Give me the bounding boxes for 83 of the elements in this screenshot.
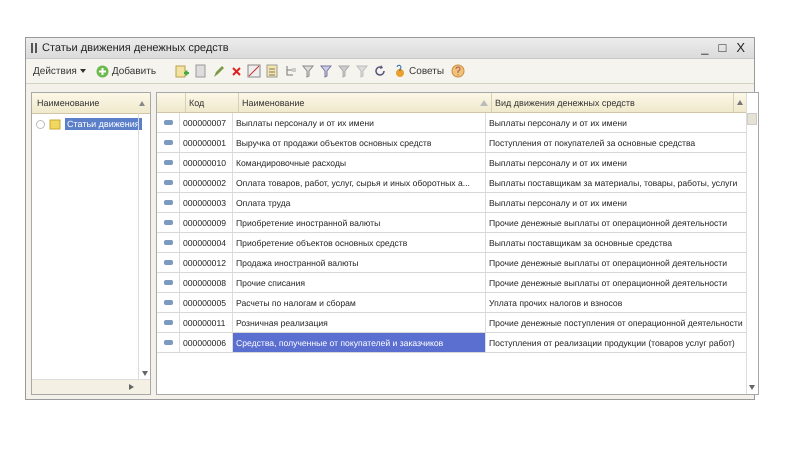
refresh-icon[interactable]	[373, 64, 388, 78]
table-cell[interactable]: Оплата труда	[232, 193, 485, 212]
scroll-down-icon[interactable]	[142, 371, 148, 376]
close-button[interactable]: X	[733, 40, 748, 56]
minimize-button[interactable]: _	[698, 40, 712, 56]
add-button[interactable]: Добавить	[92, 64, 160, 78]
item-marker-icon	[164, 160, 172, 165]
item-marker-icon	[164, 200, 172, 205]
expand-circle-icon[interactable]	[36, 120, 45, 128]
vertical-scrollbar[interactable]	[138, 113, 150, 380]
horizontal-scrollbar[interactable]	[32, 379, 150, 394]
table-cell[interactable]: Оплата товаров, работ, услуг, сырья и иных оборотных а...	[232, 173, 485, 192]
table-cell: 000000003	[179, 193, 232, 212]
table-cell: Уплата прочих налогов и взносов	[485, 293, 746, 312]
folder-icon	[49, 118, 61, 130]
vertical-scrollbar[interactable]	[746, 93, 758, 394]
scrollbar-thumb[interactable]	[747, 113, 758, 125]
table-cell: Прочие денежные выплаты от операционной деятельности	[485, 253, 746, 272]
table-cell[interactable]: Прочие списания	[232, 273, 485, 292]
question-key-icon	[394, 64, 406, 78]
window-title: Статьи движения денежных средств	[42, 42, 229, 54]
dropdown-caret-icon	[80, 69, 86, 73]
window-icon	[30, 42, 38, 54]
table-cell[interactable]: Выплаты персоналу и от их имени	[232, 113, 485, 132]
item-marker-icon	[164, 240, 172, 245]
scroll-up-icon[interactable]	[736, 100, 743, 105]
table-cell: Прочие денежные выплаты от операционной деятельности	[485, 273, 746, 292]
table-cell[interactable]: Приобретение объектов основных средств	[232, 233, 485, 252]
table-cell: 000000007	[179, 113, 232, 132]
copy-document-icon[interactable]	[175, 64, 190, 78]
actions-menu[interactable]: Действия	[30, 66, 89, 76]
table-cell: Выплаты персоналу и от их имени	[485, 153, 746, 172]
table-cell[interactable]: Средства, полученные от покупателей и заказчиков	[232, 333, 485, 352]
funnel-icon[interactable]	[337, 64, 352, 78]
table-cell: 000000001	[179, 133, 232, 152]
item-marker-icon	[164, 340, 172, 345]
item-marker-icon	[164, 260, 172, 265]
table-cell: 000000002	[179, 173, 232, 192]
table-cell[interactable]: Расчеты по налогам и сборам	[232, 293, 485, 312]
document-icon[interactable]	[193, 64, 208, 78]
scroll-right-icon[interactable]	[129, 384, 134, 390]
help-icon[interactable]	[451, 64, 466, 78]
item-marker-icon	[164, 280, 172, 285]
maximize-button[interactable]: □	[715, 40, 730, 56]
tips-button[interactable]: Советы	[391, 64, 448, 78]
table-cell: Поступления от реализации продукции (товаров услуг работ)	[485, 333, 746, 352]
pencil-icon[interactable]	[211, 64, 226, 78]
strikethrough-icon[interactable]	[247, 64, 262, 78]
table-cell: 000000012	[179, 253, 232, 272]
table-cell[interactable]: Продажа иностранной валюты	[232, 253, 485, 272]
table-cell: 000000011	[179, 313, 232, 332]
item-marker-icon	[164, 180, 172, 185]
table-cell: 000000010	[179, 153, 232, 172]
item-marker-icon	[164, 140, 172, 145]
table-cell: Выплаты поставщикам за материалы, товары, работы, услуги	[485, 173, 746, 192]
table-cell[interactable]: Выручка от продажи объектов основных средств	[232, 133, 485, 152]
filter-list-icon[interactable]	[301, 64, 316, 78]
column-header[interactable]: Вид движения денежных средств	[492, 93, 734, 112]
column-header[interactable]: Наименование	[239, 93, 492, 112]
item-marker-icon	[164, 120, 172, 125]
item-marker-icon	[164, 220, 172, 225]
scroll-up-icon[interactable]	[139, 100, 145, 106]
table-cell: Прочие денежные поступления от операционной деятельности	[485, 313, 746, 332]
column-header[interactable]: Код	[186, 93, 239, 112]
table-cell: 000000004	[179, 233, 232, 252]
table-cell: Выплаты поставщикам за основные средства	[485, 233, 746, 252]
item-marker-icon	[164, 300, 172, 305]
column-header[interactable]: Наименование	[32, 93, 150, 114]
list-icon[interactable]	[265, 64, 280, 78]
table-cell: Прочие денежные выплаты от операционной деятельности	[485, 213, 746, 232]
table-cell: 000000005	[179, 293, 232, 312]
table-cell[interactable]: Розничная реализация	[232, 313, 485, 332]
table-cell: Выплаты персоналу и от их имени	[485, 113, 746, 132]
table-cell: Выплаты персоналу и от их имени	[485, 193, 746, 212]
table-cell[interactable]: Командировочные расходы	[232, 153, 485, 172]
item-marker-icon	[164, 320, 172, 325]
table-cell[interactable]: Приобретение иностранной валюты	[232, 213, 485, 232]
table-cell: 000000009	[179, 213, 232, 232]
funnel-icon[interactable]	[319, 64, 334, 78]
table-cell: Поступления от покупателей за основные средства	[485, 133, 746, 152]
table-cell: 000000008	[179, 273, 232, 292]
plus-circle-icon	[96, 64, 109, 78]
scroll-down-icon[interactable]	[749, 385, 756, 390]
